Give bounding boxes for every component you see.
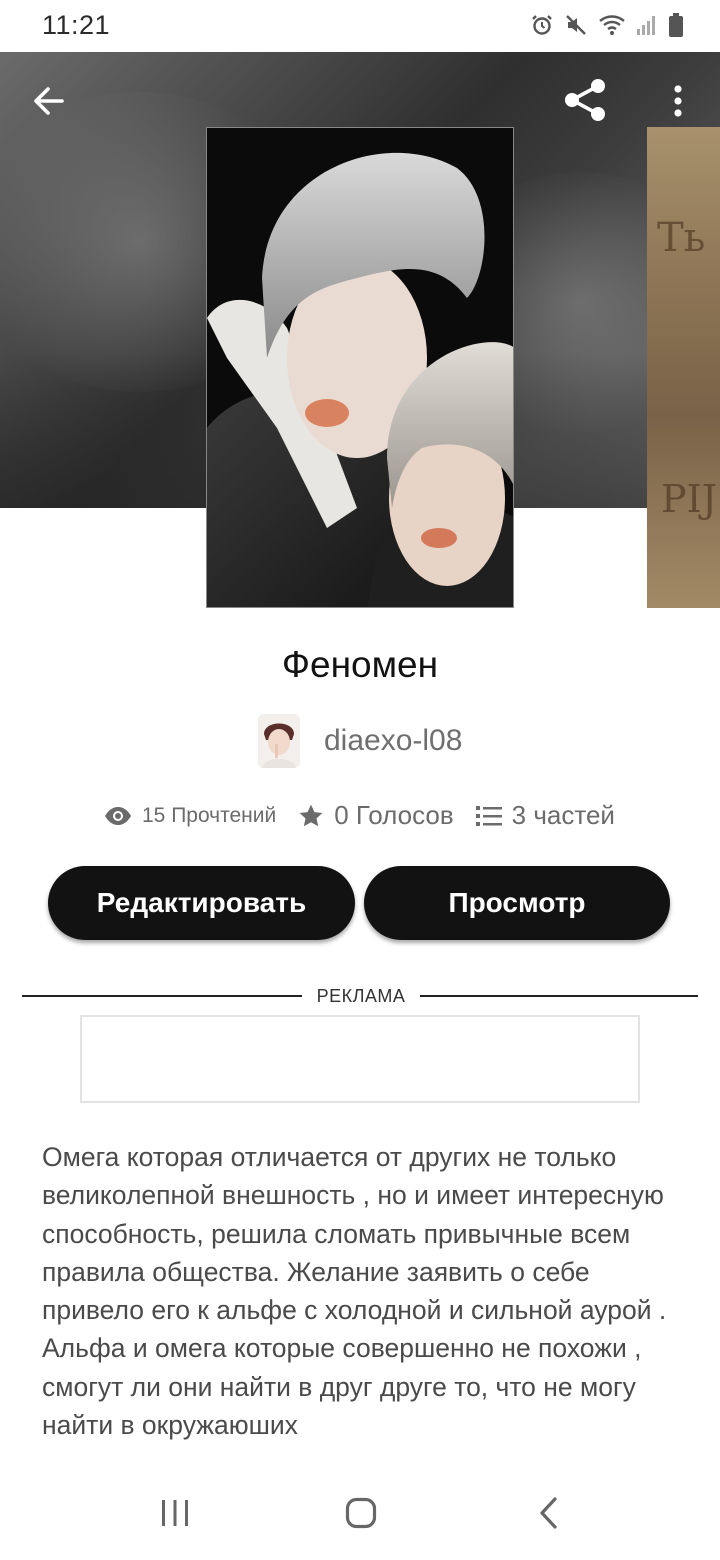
share-button[interactable] — [560, 78, 612, 126]
home-icon — [345, 1497, 377, 1534]
alarm-icon — [530, 13, 554, 37]
story-title: Феномен — [281, 644, 439, 685]
preview-button[interactable]: Просмотр — [364, 866, 670, 940]
eye-icon — [104, 806, 132, 826]
author-row[interactable]: diaexo-l08 — [258, 714, 462, 768]
parts-stat: 3 частей — [475, 800, 615, 831]
next-cover-title-top: Ть — [657, 215, 706, 261]
divider — [420, 995, 698, 997]
home-button[interactable] — [331, 1490, 391, 1540]
more-vert-icon — [673, 84, 683, 122]
ad-slot[interactable] — [80, 1015, 640, 1103]
back-icon — [539, 1496, 559, 1534]
recent-apps-icon — [160, 1499, 190, 1532]
views-count: 15 Прочтений — [142, 803, 277, 827]
parts-count: 3 частей — [511, 800, 615, 830]
cover-artwork — [207, 128, 513, 607]
story-stats: 15 Прочтений 0 Голосов 3 частей — [104, 800, 615, 831]
views-stat: 15 Прочтений — [104, 804, 276, 828]
wifi-icon — [598, 13, 626, 37]
next-cover-title-bottom: PIJ — [661, 477, 717, 521]
back-arrow-icon — [32, 84, 66, 123]
next-story-cover[interactable]: Ть PIJ — [647, 127, 720, 608]
system-nav-bar — [0, 1470, 720, 1560]
story-cover[interactable] — [206, 127, 514, 608]
edit-button[interactable]: Редактировать — [48, 866, 355, 940]
more-options-button[interactable] — [660, 80, 696, 126]
status-bar: 11:21 — [0, 0, 720, 52]
star-icon — [298, 803, 324, 829]
share-icon — [563, 78, 609, 127]
mute-icon — [564, 13, 588, 37]
story-description: Омега которая отличается от других не то… — [42, 1142, 667, 1441]
list-icon — [475, 805, 502, 827]
avatar[interactable] — [258, 714, 300, 768]
recent-apps-button[interactable] — [145, 1490, 205, 1540]
votes-count: 0 Голосов — [334, 800, 454, 830]
author-name[interactable]: diaexo-l08 — [324, 724, 462, 758]
divider — [22, 995, 302, 997]
ad-label: РЕКЛАМА — [316, 986, 406, 1006]
votes-stat: 0 Голосов — [298, 800, 454, 831]
back-button[interactable] — [26, 80, 72, 126]
status-time: 11:21 — [42, 10, 111, 40]
status-icons — [530, 12, 684, 38]
nav-back-button[interactable] — [519, 1490, 579, 1540]
battery-icon — [668, 12, 684, 38]
signal-icon — [636, 13, 658, 37]
